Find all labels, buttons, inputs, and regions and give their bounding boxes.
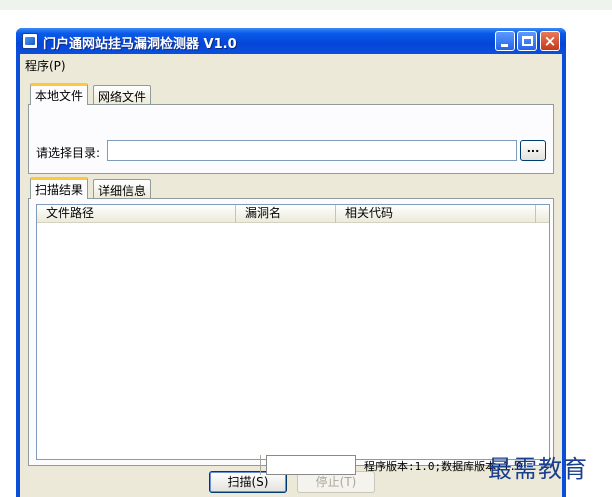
minimize-icon	[501, 44, 508, 47]
app-window: 门户通网站挂马漏洞检测器 V1.0 × 程序(P) 本地文件 网络文件 请选择目…	[16, 28, 566, 497]
column-header-file-path[interactable]: 文件路径	[37, 205, 236, 223]
tab-local-file[interactable]: 本地文件	[30, 83, 89, 105]
maximize-button[interactable]	[517, 31, 537, 51]
window-title: 门户通网站挂马漏洞检测器 V1.0	[43, 37, 237, 52]
results-list[interactable]: 文件路径 漏洞名 相关代码	[36, 204, 550, 460]
minimize-button[interactable]	[495, 31, 515, 51]
directory-input[interactable]	[107, 140, 517, 161]
browse-button[interactable]: ...	[520, 140, 546, 161]
directory-label: 请选择目录:	[36, 146, 101, 160]
status-field	[266, 455, 356, 475]
tab-network-file[interactable]: 网络文件	[93, 85, 152, 105]
status-separator	[260, 455, 261, 475]
window-client-area: 程序(P) 本地文件 网络文件 请选择目录: ... 扫描结果 详细信息 文件路…	[20, 54, 562, 497]
column-header-related-code[interactable]: 相关代码	[336, 205, 536, 223]
close-icon: ×	[543, 32, 557, 50]
watermark-logo: 最需教育	[488, 455, 588, 483]
source-panel	[28, 104, 554, 174]
maximize-icon	[522, 36, 533, 46]
menu-program[interactable]: 程序(P)	[25, 57, 66, 74]
tab-scan-results[interactable]: 扫描结果	[30, 177, 89, 199]
tab-details[interactable]: 详细信息	[93, 179, 152, 199]
title-bar[interactable]: 门户通网站挂马漏洞检测器 V1.0 ×	[16, 28, 566, 54]
close-button[interactable]: ×	[540, 31, 560, 51]
list-header: 文件路径 漏洞名 相关代码	[37, 205, 549, 223]
background-strip	[0, 0, 612, 10]
column-header-vuln-name[interactable]: 漏洞名	[236, 205, 336, 223]
menu-bar: 程序(P)	[20, 54, 562, 74]
app-icon[interactable]	[22, 33, 38, 49]
